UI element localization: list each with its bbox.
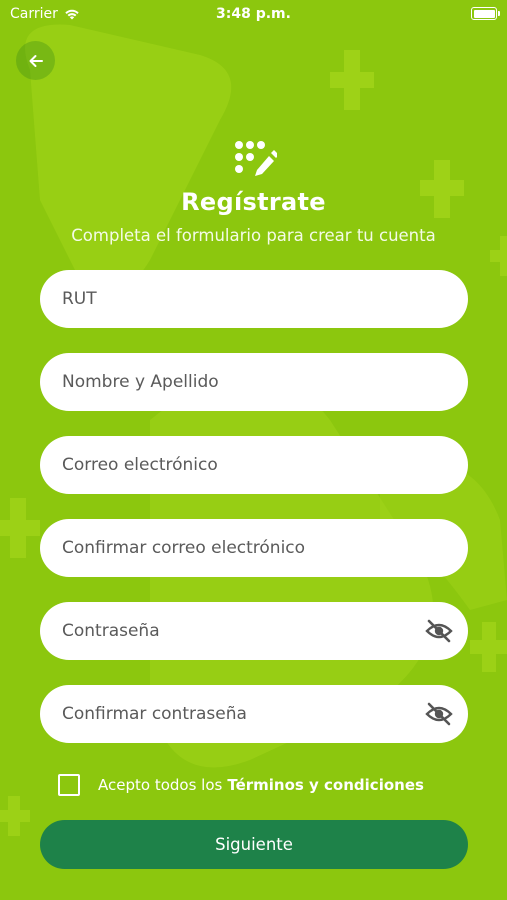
- dots-pencil-icon: [235, 141, 277, 176]
- eye-off-icon[interactable]: [425, 701, 453, 727]
- confirm-email-input[interactable]: [62, 538, 468, 558]
- password-field[interactable]: [40, 602, 468, 660]
- password-input[interactable]: [62, 621, 468, 641]
- arrow-left-icon: [29, 54, 43, 67]
- status-bar: Carrier 3:48 p.m.: [0, 0, 507, 28]
- confirm-email-field[interactable]: [40, 519, 468, 577]
- email-field[interactable]: [40, 436, 468, 494]
- battery-icon: [471, 7, 500, 20]
- confirm-password-input[interactable]: [62, 704, 468, 724]
- next-button[interactable]: Siguiente: [40, 820, 468, 869]
- back-button[interactable]: [16, 41, 55, 80]
- eye-off-icon[interactable]: [425, 618, 453, 644]
- page-title: Regístrate: [181, 188, 326, 216]
- name-input[interactable]: [62, 372, 468, 392]
- email-input[interactable]: [62, 455, 468, 475]
- confirm-password-field[interactable]: [40, 685, 468, 743]
- rut-input[interactable]: [62, 289, 468, 309]
- status-time: 3:48 p.m.: [216, 6, 291, 22]
- page-subtitle: Completa el formulario para crear tu cue…: [71, 226, 436, 245]
- name-field[interactable]: [40, 353, 468, 411]
- terms-row: Acepto todos los Términos y condiciones: [58, 774, 424, 796]
- rut-field[interactable]: [40, 270, 468, 328]
- terms-link[interactable]: Términos y condiciones: [227, 776, 424, 794]
- terms-checkbox[interactable]: [58, 774, 80, 796]
- register-screen: Carrier 3:48 p.m. Regístrate Completa el: [0, 0, 507, 900]
- terms-prefix: Acepto todos los: [98, 776, 223, 794]
